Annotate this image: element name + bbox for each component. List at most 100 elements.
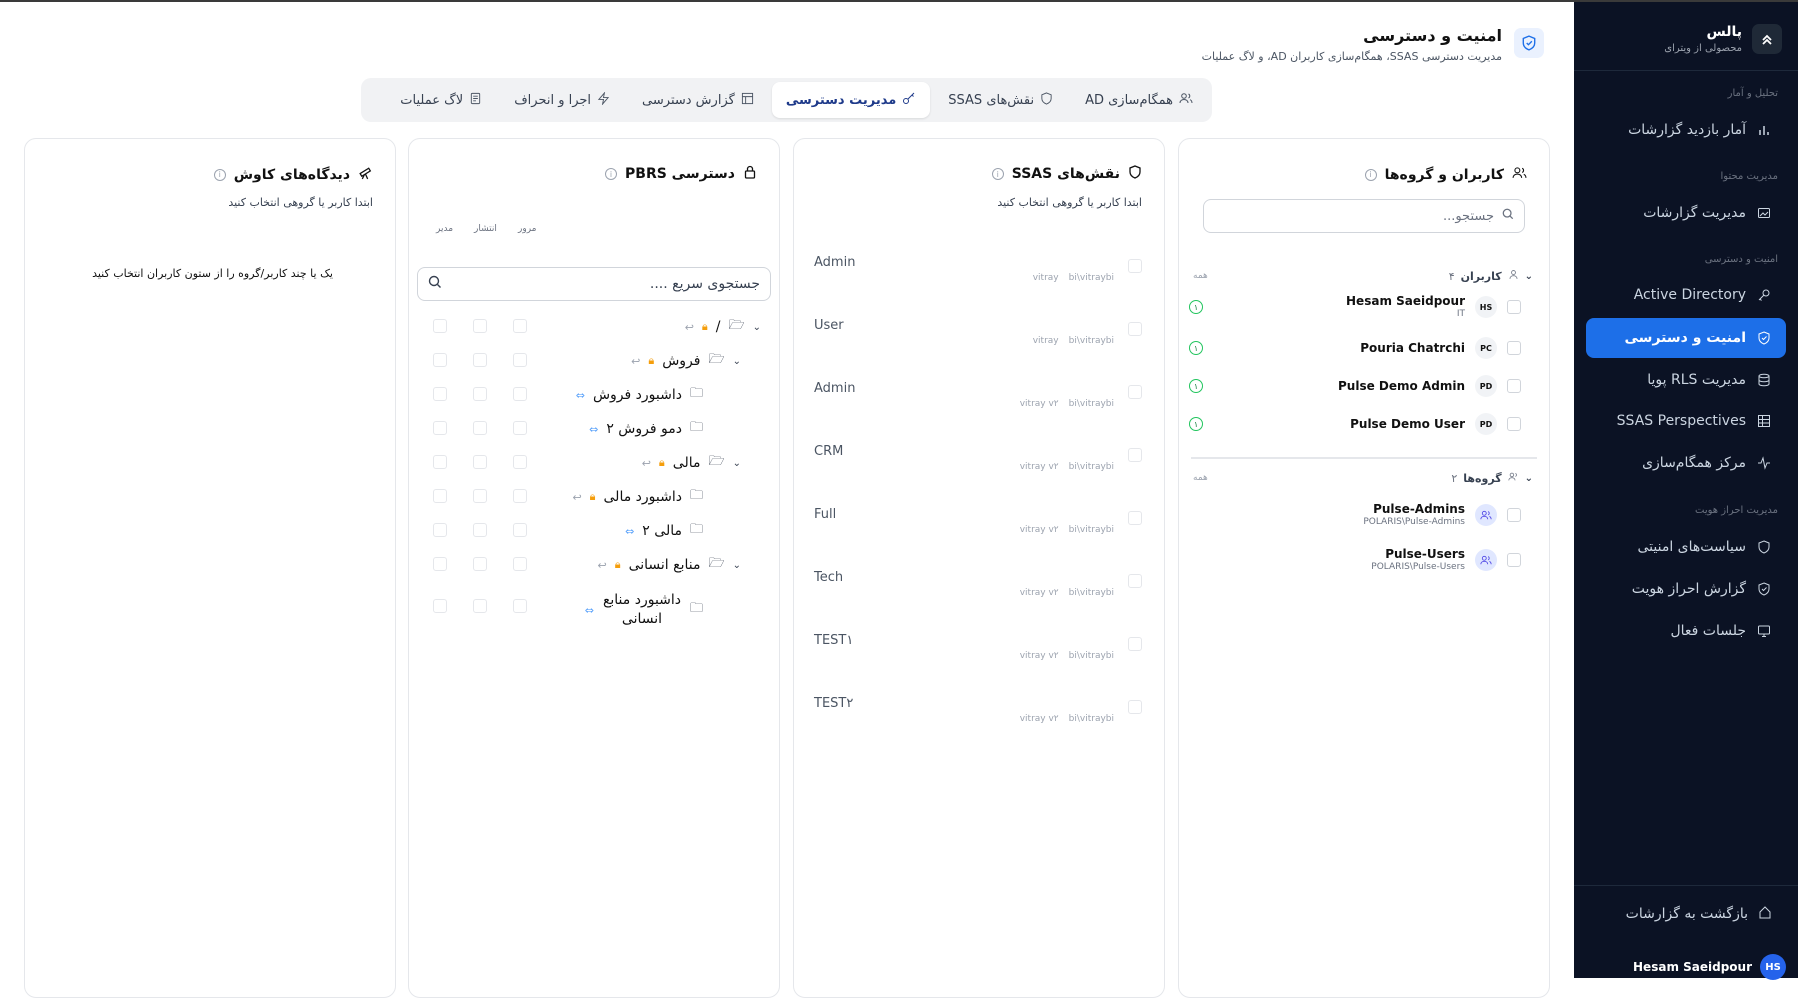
tree-row[interactable]: ⌄ 🗁 مالی 🔒︎ ↩ (409, 447, 779, 477)
role-row[interactable]: vitray v۲ bi\vitraybi TEST۲ (814, 692, 1142, 747)
checkbox[interactable] (1507, 379, 1521, 393)
checkbox[interactable] (1128, 448, 1142, 462)
checkbox-view[interactable] (433, 599, 447, 613)
list-item[interactable]: PD Pulse Demo Admin ۱ (1189, 371, 1521, 401)
role-row[interactable]: vitray v۲ bi\vitraybi CRM (814, 440, 1142, 495)
checkbox-publish[interactable] (473, 557, 487, 571)
checkbox-view[interactable] (433, 387, 447, 401)
sidebar-item-security-access[interactable]: امنیت و دسترسی (1586, 318, 1786, 358)
role-row[interactable]: vitray bi\vitraybi Admin (814, 251, 1142, 306)
sidebar-item-report-management[interactable]: مدیریت گزارشات (1586, 193, 1786, 233)
brand[interactable]: پالس محصولی از ویترای (1664, 18, 1782, 60)
checkbox-view[interactable] (433, 557, 447, 571)
tab-operation-log[interactable]: لاگ عملیات (386, 82, 496, 118)
checkbox[interactable] (1128, 700, 1142, 714)
checkbox-admin[interactable] (513, 523, 527, 537)
checkbox-admin[interactable] (513, 489, 527, 503)
checkbox-view[interactable] (433, 421, 447, 435)
tab-execution-drift[interactable]: اجرا و انحراف (500, 82, 624, 118)
tree-row[interactable]: 🗀 داشبورد فروش ⇔ (409, 379, 779, 409)
sidebar-item-auth-report[interactable]: گزارش احراز هویت (1586, 569, 1786, 609)
tree-row[interactable]: ⌄ 🗁 فروش 🔒︎ ↩ (409, 345, 779, 375)
info-icon[interactable]: i (605, 168, 618, 180)
info-icon[interactable]: i (991, 168, 1004, 180)
checkbox-publish[interactable] (473, 387, 487, 401)
checkbox-admin[interactable] (513, 353, 527, 367)
chevron-down-icon[interactable]: ⌄ (733, 458, 741, 469)
sidebar-item-ssas-perspectives[interactable]: SSAS Perspectives (1586, 401, 1786, 441)
role-row[interactable]: vitray v۲ bi\vitraybi Tech (814, 566, 1142, 621)
list-item[interactable]: HS Hesam Saeidpour IT ۱ (1189, 292, 1521, 322)
checkbox[interactable] (1507, 341, 1521, 355)
sidebar-item-sync-center[interactable]: مرکز همگام‌سازی (1586, 443, 1786, 483)
list-item[interactable]: Pulse-Users POLARIS\Pulse-Users (1189, 542, 1521, 578)
select-all-link[interactable]: همه (1193, 473, 1208, 483)
checkbox-view[interactable] (433, 455, 447, 469)
checkbox-admin[interactable] (513, 599, 527, 613)
tree-row[interactable]: 🗀 مالی ۲ ⇔ (409, 515, 779, 545)
checkbox[interactable] (1507, 553, 1521, 567)
tab-ad-sync[interactable]: همگام‌سازی AD (1071, 82, 1207, 118)
role-row[interactable]: vitray v۲ bi\vitraybi TEST۱ (814, 629, 1142, 684)
checkbox-admin[interactable] (513, 421, 527, 435)
checkbox[interactable] (1128, 637, 1142, 651)
checkbox-publish[interactable] (473, 421, 487, 435)
tab-access-management[interactable]: مدیریت دسترسی (771, 82, 931, 118)
tree-row[interactable]: 🗀 دمو فروش ۲ ⇔ (409, 413, 779, 443)
checkbox[interactable] (1507, 508, 1521, 522)
sidebar-item-report-stats[interactable]: آمار بازدید گزارشات (1586, 110, 1786, 150)
checkbox[interactable] (1507, 300, 1521, 314)
checkbox[interactable] (1128, 385, 1142, 399)
role-row[interactable]: vitray v۲ bi\vitraybi Admin (814, 377, 1142, 432)
checkbox-view[interactable] (433, 489, 447, 503)
checkbox-publish[interactable] (473, 353, 487, 367)
groups-section-header[interactable]: ⌄ گروه‌ها ۲ همه (1193, 471, 1533, 485)
avatar: HS (1760, 954, 1786, 980)
tree-row[interactable]: ⌄ 🗁 / 🔒︎ ↩ (409, 311, 779, 341)
list-item[interactable]: PC Pouria Chatrchi ۱ (1189, 333, 1521, 363)
tree-row[interactable]: 🗀 داشبورد منابع انسانی ⇔ (409, 583, 779, 629)
user-search-input[interactable]: جستجو... (1203, 199, 1525, 233)
tab-ssas-roles[interactable]: نقش‌های SSAS (934, 82, 1067, 118)
sidebar-item-dynamic-rls[interactable]: مدیریت RLS پویا (1586, 360, 1786, 400)
checkbox-view[interactable] (433, 523, 447, 537)
checkbox[interactable] (1128, 322, 1142, 336)
role-row[interactable]: vitray bi\vitraybi User (814, 314, 1142, 369)
checkbox-publish[interactable] (473, 523, 487, 537)
role-name: TEST۲ (814, 696, 854, 711)
checkbox-publish[interactable] (473, 599, 487, 613)
checkbox[interactable] (1128, 511, 1142, 525)
checkbox-admin[interactable] (513, 557, 527, 571)
inherit-icon: ↩ (684, 320, 694, 334)
checkbox-view[interactable] (433, 319, 447, 333)
quick-search-input[interactable]: جستجوی سریع .... (417, 267, 771, 301)
chevron-down-icon[interactable]: ⌄ (733, 356, 741, 367)
users-section-header[interactable]: ⌄ کاربران ۴ همه (1193, 269, 1533, 283)
tab-access-report[interactable]: گزارش دسترسی (628, 82, 768, 118)
tree-row[interactable]: 🗀 داشبورد مالی 🔒︎ ↩ (409, 481, 779, 511)
checkbox-publish[interactable] (473, 489, 487, 503)
checkbox-admin[interactable] (513, 319, 527, 333)
checkbox-admin[interactable] (513, 387, 527, 401)
select-all-link[interactable]: همه (1193, 271, 1208, 281)
chevron-down-icon[interactable]: ⌄ (733, 560, 741, 571)
checkbox[interactable] (1128, 259, 1142, 273)
checkbox[interactable] (1128, 574, 1142, 588)
list-item[interactable]: PD Pulse Demo User ۱ (1189, 409, 1521, 439)
role-row[interactable]: vitray v۲ bi\vitraybi Full (814, 503, 1142, 558)
tree-row[interactable]: ⌄ 🗁 منابع انسانی 🔒︎ ↩ (409, 549, 779, 579)
back-to-reports-button[interactable]: بازگشت به گزارشات (1586, 894, 1786, 934)
checkbox-publish[interactable] (473, 319, 487, 333)
current-user[interactable]: HS Hesam Saeidpour (1633, 954, 1786, 980)
sidebar-item-security-policies[interactable]: سیاست‌های امنیتی (1586, 527, 1786, 567)
checkbox-admin[interactable] (513, 455, 527, 469)
checkbox-view[interactable] (433, 353, 447, 367)
sidebar-item-active-sessions[interactable]: جلسات فعال (1586, 611, 1786, 651)
sidebar-item-active-directory[interactable]: Active Directory (1586, 275, 1786, 315)
checkbox-publish[interactable] (473, 455, 487, 469)
info-icon[interactable]: i (213, 168, 226, 181)
chevron-down-icon[interactable]: ⌄ (753, 322, 761, 333)
checkbox[interactable] (1507, 417, 1521, 431)
list-item[interactable]: Pulse-Admins POLARIS\Pulse-Admins (1189, 497, 1521, 533)
info-icon[interactable]: i (1364, 168, 1377, 181)
